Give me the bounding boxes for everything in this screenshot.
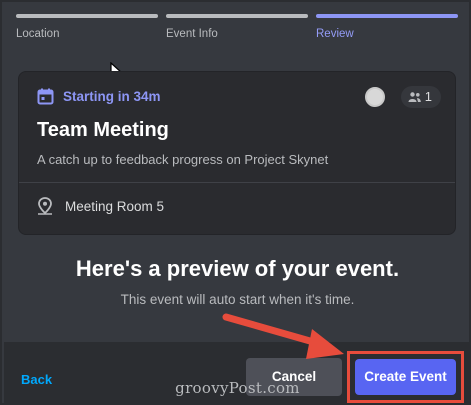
step-label: Event Info [166,28,218,40]
step-bar [316,14,458,18]
people-icon [408,92,421,102]
step-label: Review [316,28,354,40]
step-event-info[interactable]: Event Info [166,14,308,40]
event-preview-card: Starting in 34m 1 Team Meeting A catch u… [18,71,456,235]
event-title: Team Meeting [37,119,169,141]
step-review[interactable]: Review [316,14,458,40]
preview-heading: Here's a preview of your event. [75,256,400,281]
card-header: Starting in 34m 1 [37,86,441,108]
step-bar [16,14,158,18]
step-label: Location [16,28,60,40]
annotation-arrow-icon [222,313,344,359]
location-pin-icon [38,197,52,215]
event-review-dialog: Location Event Info Review Starting in 3… [0,0,471,405]
preview-subtext: This event will auto start when it's tim… [120,292,355,307]
card-divider [19,182,455,183]
calendar-icon [37,88,54,105]
interested-count: 1 [424,89,432,104]
step-bar [166,14,308,18]
event-start-time: Starting in 34m [63,89,161,104]
event-location: Meeting Room 5 [65,199,165,214]
interested-count-badge[interactable]: 1 [401,86,441,108]
watermark: groovyPost.com [175,379,300,397]
step-progress: Location Event Info Review [16,14,458,44]
avatar [365,87,385,107]
step-location[interactable]: Location [16,14,158,40]
event-description: A catch up to feedback progress on Proje… [37,152,329,167]
